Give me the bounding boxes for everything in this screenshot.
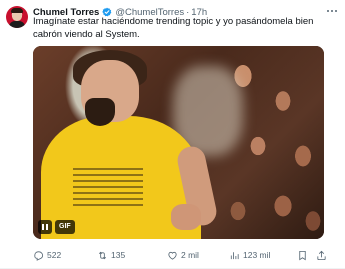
views-count: 123 mil	[243, 250, 271, 260]
like-button[interactable]: 2 mil	[167, 248, 199, 262]
pause-icon[interactable]	[38, 220, 52, 234]
gif-media[interactable]: GIF	[33, 46, 324, 239]
retweet-count: 135	[111, 250, 126, 260]
like-count: 2 mil	[181, 250, 199, 260]
tweet-text: Imagínate estar haciéndome trending topi…	[33, 16, 314, 40]
heart-icon	[168, 251, 177, 260]
reply-icon	[34, 250, 44, 261]
tweet[interactable]: Chumel Torres @ChumelTorres · 17h Imagín…	[0, 0, 345, 269]
views-button[interactable]: 123 mil	[229, 248, 270, 262]
gif-badge: GIF	[55, 220, 75, 234]
avatar[interactable]	[6, 6, 28, 28]
retweet-button[interactable]: 135	[97, 248, 125, 262]
bookmark-icon	[299, 250, 306, 260]
gif-controls: GIF	[38, 220, 75, 234]
tweet-actions: 522 135 2 mil 123 mil	[33, 248, 333, 262]
share-icon	[317, 250, 326, 260]
bookmark-button[interactable]	[297, 248, 308, 262]
reply-count: 522	[47, 250, 62, 260]
retweet-icon	[98, 251, 107, 259]
share-button[interactable]	[316, 248, 327, 262]
views-icon	[230, 251, 239, 259]
reply-button[interactable]: 522	[33, 248, 61, 262]
